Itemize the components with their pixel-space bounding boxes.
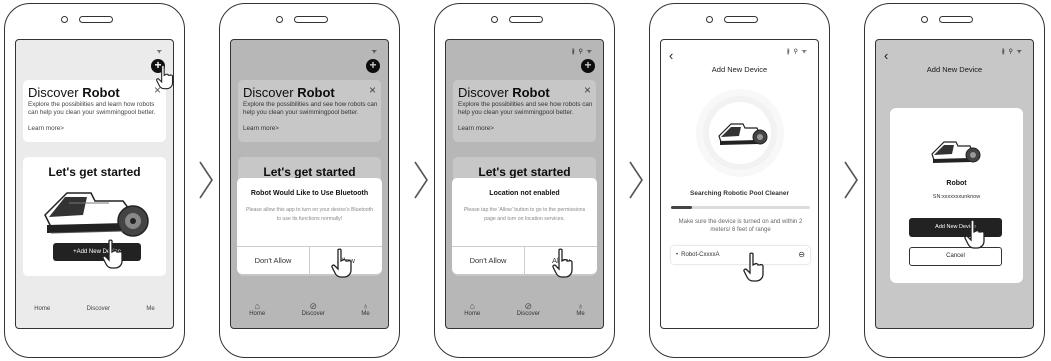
speaker bbox=[724, 16, 758, 23]
serial-number: SN:xxxxxxxunknow bbox=[932, 194, 981, 200]
back-icon[interactable]: ‹ bbox=[669, 48, 673, 63]
speaker bbox=[79, 16, 113, 23]
bullet-icon: • bbox=[676, 252, 679, 258]
hand-pointer-icon bbox=[102, 239, 123, 269]
dialog-title: Robot Would Like to Use Bluetooth bbox=[250, 190, 369, 197]
add-new-device-button[interactable]: +Add New Device bbox=[53, 243, 141, 261]
chevron-right-icon bbox=[414, 161, 428, 199]
add-new-device-button[interactable]: Add New Device bbox=[909, 218, 1002, 237]
tab-bar: Home Discover Me bbox=[16, 290, 173, 328]
phone-step-2: ᯤ + Discover Robot × Explore the possibi… bbox=[219, 3, 400, 358]
search-progress-bar bbox=[671, 206, 810, 209]
robot-search-badge bbox=[709, 102, 771, 164]
dont-allow-button[interactable]: Don't Allow bbox=[237, 247, 309, 274]
bluetooth-dialog: Robot Would Like to Use Bluetooth Please… bbox=[237, 178, 382, 274]
robot-illustration bbox=[44, 192, 149, 237]
camera bbox=[921, 16, 928, 23]
progress-fill bbox=[671, 206, 692, 209]
dialog-buttons: Don't Allow Allow bbox=[237, 246, 382, 274]
chevron-right-icon bbox=[844, 161, 858, 199]
dialog-title: Location not enabled bbox=[489, 190, 560, 197]
get-started-card: Let's get started +Add New Device bbox=[23, 157, 166, 276]
speaker bbox=[294, 16, 328, 23]
device-name: Robot-CxxxxA bbox=[681, 252, 720, 258]
dialog-body: Please tap the 'Allow' button to go to t… bbox=[463, 207, 586, 222]
hand-pointer-icon bbox=[964, 219, 985, 249]
discover-text: Explore the possibilities and learn how … bbox=[28, 101, 156, 116]
speaker bbox=[509, 16, 543, 23]
dialog-buttons: Don't Allow Allow bbox=[452, 246, 597, 274]
cancel-button[interactable]: Cancel bbox=[909, 247, 1002, 266]
location-permission-screen: ∦ ⚲ ᯤ + Discover Robot × Explore the pos… bbox=[445, 39, 604, 329]
tab-me[interactable]: Me bbox=[146, 306, 154, 312]
range-hint: Make sure the device is turned on and wi… bbox=[678, 219, 803, 233]
discover-title: Discover Robot bbox=[28, 85, 120, 100]
dialog-body: Please allow this app to turn on your de… bbox=[245, 207, 373, 222]
hand-pointer-icon bbox=[552, 248, 573, 278]
screen-title: Add New Device bbox=[711, 65, 768, 74]
bluetooth-permission-screen: ᯤ + Discover Robot × Explore the possibi… bbox=[230, 39, 389, 329]
discover-card[interactable]: Discover Robot × Explore the possibiliti… bbox=[23, 80, 166, 142]
status-bar: ᯤ bbox=[156, 49, 163, 55]
status-bar: ∦ ⚲ ᯤ bbox=[786, 49, 808, 55]
hand-pointer-icon bbox=[743, 252, 764, 282]
robot-illustration bbox=[718, 123, 768, 145]
location-dialog: Location not enabled Please tap the 'All… bbox=[452, 178, 597, 274]
device-list-item[interactable]: • Robot-CxxxxA ⊖ bbox=[671, 246, 810, 264]
camera bbox=[706, 16, 713, 23]
learn-more-link[interactable]: Learn more> bbox=[28, 125, 64, 132]
robot-illustration bbox=[931, 141, 981, 163]
speaker bbox=[939, 16, 973, 23]
searching-text: Searching Robotic Pool Cleaner bbox=[690, 190, 789, 197]
camera bbox=[276, 16, 283, 23]
phone-step-5: ∦ ⚲ ᯤ ‹ Add New Device Robot SN:xxxxxxxu… bbox=[864, 3, 1045, 358]
camera bbox=[61, 16, 68, 23]
device-found-card: Robot SN:xxxxxxxunknow Add New Device Ca… bbox=[890, 108, 1023, 283]
hand-pointer-icon bbox=[156, 64, 174, 90]
chevron-right-icon bbox=[629, 161, 643, 199]
home-screen: ᯤ + Discover Robot × Explore the possibi… bbox=[15, 39, 174, 329]
phone-step-4: ∦ ⚲ ᯤ ‹ Add New Device Searching Robotic… bbox=[649, 3, 830, 358]
hand-pointer-icon bbox=[331, 248, 352, 278]
dont-allow-button[interactable]: Don't Allow bbox=[452, 247, 524, 274]
tab-home[interactable]: Home bbox=[34, 306, 50, 312]
device-name: Robot bbox=[946, 180, 967, 187]
search-device-screen: ∦ ⚲ ᯤ ‹ Add New Device Searching Robotic… bbox=[660, 39, 819, 329]
chevron-right-icon bbox=[199, 161, 213, 199]
phone-step-1: ᯤ + Discover Robot × Explore the possibi… bbox=[4, 3, 185, 358]
camera bbox=[491, 16, 498, 23]
link-icon[interactable]: ⊖ bbox=[798, 246, 805, 264]
phone-step-3: ∦ ⚲ ᯤ + Discover Robot × Explore the pos… bbox=[434, 3, 615, 358]
confirm-device-screen: ∦ ⚲ ᯤ ‹ Add New Device Robot SN:xxxxxxxu… bbox=[875, 39, 1034, 329]
get-started-title: Let's get started bbox=[48, 165, 141, 179]
tab-discover[interactable]: Discover bbox=[87, 306, 110, 312]
